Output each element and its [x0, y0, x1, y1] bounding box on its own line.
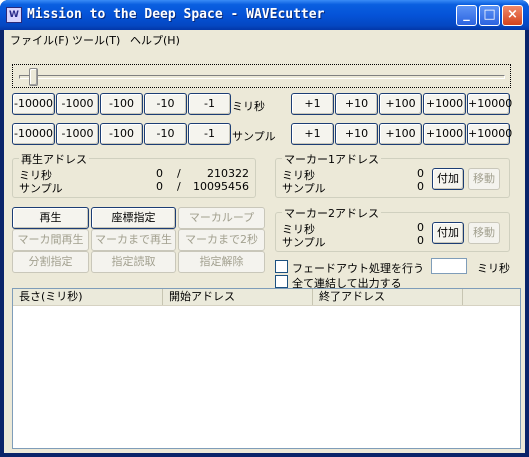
column-start-address[interactable]: 開始アドレス [163, 289, 313, 305]
sample-minus-10000-button[interactable]: -10000 [12, 123, 55, 145]
fade-out-checkbox[interactable] [275, 260, 288, 273]
app-icon[interactable]: W [6, 7, 22, 23]
marker1-ms-value: 0 [417, 167, 424, 180]
sample-minus-100-button[interactable]: -100 [100, 123, 143, 145]
coordinate-button[interactable]: 座標指定 [91, 207, 176, 229]
sample-plus-100-button[interactable]: +100 [379, 123, 422, 145]
marker1-move-button[interactable]: 移動 [468, 168, 500, 190]
marker1-group: マーカー1アドレス ミリ秒 0 サンプル 0 付加 移動 [275, 151, 510, 198]
fade-ms-input[interactable] [431, 258, 467, 274]
ms-row-label: ミリ秒 [232, 100, 265, 113]
marker1-sample-value: 0 [417, 180, 424, 193]
list-header: 長さ(ミリ秒) 開始アドレス 終了アドレス [13, 289, 520, 306]
column-length[interactable]: 長さ(ミリ秒) [13, 289, 163, 305]
marker2-group: マーカー2アドレス ミリ秒 0 サンプル 0 付加 移動 [275, 205, 510, 252]
ms-minus-1-button[interactable]: -1 [188, 93, 231, 115]
play-until-marker-button[interactable]: マーカまで再生 [91, 229, 176, 251]
marker2-sample-label: サンプル [282, 236, 326, 249]
seek-slider-thumb[interactable] [28, 68, 38, 86]
ms-minus-10000-button[interactable]: -10000 [12, 93, 55, 115]
sample-plus-1000-button[interactable]: +1000 [423, 123, 466, 145]
menu-file[interactable]: ファイル(F) [10, 32, 69, 48]
maximize-button[interactable]: □ [479, 5, 500, 26]
close-button[interactable]: × [502, 5, 523, 26]
fade-out-label: フェードアウト処理を行う [292, 262, 424, 275]
sample-plus-10000-button[interactable]: +10000 [467, 123, 512, 145]
marker-between-play-button[interactable]: マーカ間再生 [12, 229, 89, 251]
ms-plus-1-button[interactable]: +1 [291, 93, 334, 115]
menu-tools[interactable]: ツール(T) [72, 32, 120, 48]
playback-sample-total: 10095456 [193, 180, 249, 193]
marker-loop-button[interactable]: マーカループ [178, 207, 265, 229]
marker2-ms-value: 0 [417, 221, 424, 234]
playback-sample-separator: / [177, 180, 181, 193]
minimize-button[interactable]: _ [456, 5, 477, 26]
menu-bar: ファイル(F) ツール(T) ヘルプ(H) [4, 30, 525, 48]
concat-output-checkbox[interactable] [275, 275, 288, 288]
ms-minus-1000-button[interactable]: -1000 [56, 93, 99, 115]
ms-plus-10000-button[interactable]: +10000 [467, 93, 512, 115]
marker2-sample-value: 0 [417, 234, 424, 247]
ms-minus-100-button[interactable]: -100 [100, 93, 143, 115]
playback-sample-current: 0 [156, 180, 163, 193]
load-spec-button[interactable]: 指定読取 [91, 251, 176, 273]
seek-slider[interactable] [12, 64, 511, 88]
play-button[interactable]: 再生 [12, 207, 89, 229]
ms-plus-10-button[interactable]: +10 [335, 93, 378, 115]
playback-ms-current: 0 [156, 167, 163, 180]
marker1-sample-label: サンプル [282, 182, 326, 195]
marker2-move-button[interactable]: 移動 [468, 222, 500, 244]
sample-plus-10-button[interactable]: +10 [335, 123, 378, 145]
menu-help[interactable]: ヘルプ(H) [130, 32, 180, 48]
app-window: W Mission to the Deep Space - WAVEcutter… [0, 0, 529, 457]
column-end-address[interactable]: 終了アドレス [313, 289, 463, 305]
sample-minus-1000-button[interactable]: -1000 [56, 123, 99, 145]
window-title: Mission to the Deep Space - WAVEcutter [27, 7, 325, 22]
client-area: ファイル(F) ツール(T) ヘルプ(H) -10000 -1000 -100 … [4, 30, 525, 453]
playback-address-group: 再生アドレス ミリ秒 0 / 210322 サンプル 0 / 10095456 [12, 151, 256, 198]
playback-sample-label: サンプル [19, 182, 63, 195]
marker1-add-button[interactable]: 付加 [432, 168, 464, 190]
fade-unit-label: ミリ秒 [477, 262, 510, 275]
marker2-add-button[interactable]: 付加 [432, 222, 464, 244]
playback-address-title: 再生アドレス [19, 151, 89, 167]
segment-list[interactable]: 長さ(ミリ秒) 開始アドレス 終了アドレス [12, 288, 521, 449]
sample-row-label: サンプル [232, 130, 276, 143]
title-bar[interactable]: W Mission to the Deep Space - WAVEcutter… [0, 0, 529, 30]
sample-plus-1-button[interactable]: +1 [291, 123, 334, 145]
clear-spec-button[interactable]: 指定解除 [178, 251, 265, 273]
ms-plus-100-button[interactable]: +100 [379, 93, 422, 115]
seek-slider-track[interactable] [19, 75, 505, 79]
playback-ms-separator: / [177, 167, 181, 180]
marker2-title: マーカー2アドレス [282, 205, 381, 221]
playback-ms-total: 210322 [207, 167, 249, 180]
marker1-title: マーカー1アドレス [282, 151, 381, 167]
ms-plus-1000-button[interactable]: +1000 [423, 93, 466, 115]
until-marker-2s-button[interactable]: マーカまで2秒 [178, 229, 265, 251]
split-button[interactable]: 分割指定 [12, 251, 89, 273]
sample-minus-1-button[interactable]: -1 [188, 123, 231, 145]
ms-minus-10-button[interactable]: -10 [144, 93, 187, 115]
sample-minus-10-button[interactable]: -10 [144, 123, 187, 145]
